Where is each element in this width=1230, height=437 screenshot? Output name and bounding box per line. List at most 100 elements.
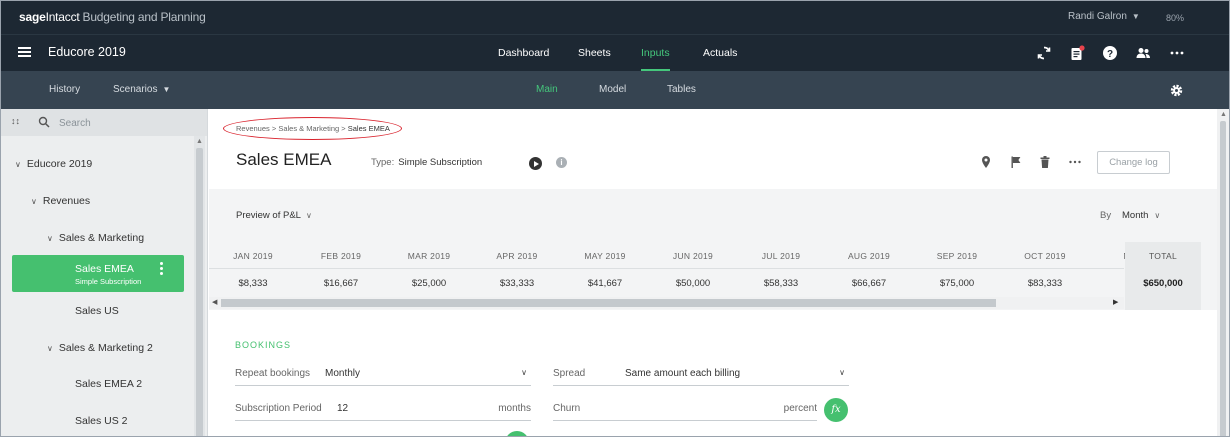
kebab-menu-icon[interactable]	[160, 262, 164, 278]
subnav-scenarios[interactable]: Scenarios ▼	[113, 84, 170, 95]
by-label: By	[1100, 210, 1112, 221]
column-header: APR 2019	[496, 251, 538, 261]
chevron-down-icon: ∨	[305, 211, 312, 220]
chevron-down-icon: ∨	[839, 368, 845, 377]
trash-icon[interactable]	[1038, 155, 1052, 169]
tab-sheets[interactable]: Sheets	[578, 47, 611, 59]
pl-title: Preview of P&L	[236, 210, 301, 221]
tab-dashboard[interactable]: Dashboard	[498, 47, 549, 59]
scrollbar-thumb[interactable]	[196, 148, 203, 436]
table-cell[interactable]: $75,000	[913, 278, 1001, 289]
repeat-bookings-label: Repeat bookings	[235, 368, 311, 379]
gear-icon[interactable]	[1169, 83, 1184, 98]
info-icon[interactable]: i	[556, 157, 567, 168]
tree-item-sales-marketing-2[interactable]: ∨ Sales & Marketing 2	[47, 342, 153, 354]
more-icon[interactable]	[1169, 45, 1185, 61]
column-header: SEP 2019	[936, 251, 978, 261]
tab-inputs[interactable]: Inputs	[641, 47, 670, 59]
user-name: Randi Galron	[1068, 11, 1127, 22]
subscription-period-input[interactable]: Subscription Period 12 months	[235, 399, 531, 421]
subnav-model[interactable]: Model	[599, 84, 626, 95]
scrollbar-thumb[interactable]	[1220, 121, 1226, 436]
hamburger-menu-icon[interactable]	[18, 47, 31, 57]
subscription-period-label: Subscription Period	[235, 403, 322, 414]
type-value: Simple Subscription	[398, 157, 483, 168]
scroll-left-icon[interactable]: ◀	[212, 298, 217, 306]
table-cell[interactable]: $41,667	[561, 278, 649, 289]
table-cell[interactable]: $33,333	[473, 278, 561, 289]
notifications-icon[interactable]	[1069, 45, 1085, 61]
formula-button-partial[interactable]	[505, 431, 529, 436]
tree-item-sales-emea-2[interactable]: Sales EMEA 2	[75, 378, 142, 390]
brand-intacct: Intacct	[45, 10, 80, 24]
user-menu[interactable]: Randi Galron ▼	[1068, 11, 1140, 22]
period-dropdown[interactable]: Month ∨	[1122, 210, 1160, 221]
play-icon[interactable]	[529, 157, 542, 170]
scroll-up-icon[interactable]: ▲	[196, 138, 203, 145]
column-header: AUG 2019	[847, 251, 891, 261]
tree-item-label: Sales & Marketing	[58, 232, 145, 244]
breadcrumb[interactable]: Revenues > Sales & Marketing > Sales EME…	[236, 124, 390, 133]
breadcrumb-path[interactable]: Revenues > Sales & Marketing >	[236, 124, 348, 133]
scroll-right-icon[interactable]: ▶	[1113, 298, 1118, 306]
tree-item-revenues[interactable]: ∨ Revenues	[31, 195, 90, 207]
main-nav: Educore 2019 Dashboard Sheets Inputs Act…	[1, 34, 1229, 71]
period-value: Month	[1122, 210, 1149, 221]
subnav-main[interactable]: Main	[536, 84, 558, 95]
type-label-text: Type:	[371, 157, 395, 168]
churn-unit: percent	[783, 403, 817, 414]
tree-item-sales-us[interactable]: Sales US	[75, 305, 119, 317]
sidebar-scrollbar[interactable]: ▲	[194, 136, 205, 436]
tab-actuals[interactable]: Actuals	[703, 47, 737, 59]
expand-collapse-icon[interactable]: ↕↕	[11, 116, 20, 126]
change-log-button[interactable]: Change log	[1097, 151, 1170, 174]
table-cell[interactable]: $66,667	[825, 278, 913, 289]
caret-down-icon: ∨	[15, 160, 21, 169]
table-cell[interactable]: $50,000	[649, 278, 737, 289]
tree-item-label: Sales EMEA	[75, 263, 134, 275]
sidebar-search: ↕↕	[1, 109, 207, 136]
tree-item-sales-marketing[interactable]: ∨ Sales & Marketing	[47, 232, 144, 244]
repeat-bookings-select[interactable]: Repeat bookings Monthly ∨	[235, 364, 531, 386]
page-scrollbar[interactable]: ▲	[1217, 109, 1229, 436]
brand-bar: sageIntacct Budgeting and Planning Randi …	[1, 1, 1229, 34]
flag-icon[interactable]	[1009, 155, 1023, 169]
formula-button[interactable]: fx	[824, 398, 848, 422]
subnav-scenarios-label: Scenarios	[113, 84, 158, 95]
column-header: OCT 2019	[1024, 251, 1066, 261]
subnav-history[interactable]: History	[49, 84, 80, 95]
chevron-down-icon: ▼	[1131, 12, 1140, 21]
pl-horizontal-scrollbar[interactable]: ◀ ▶	[209, 297, 1124, 309]
caret-down-icon: ∨	[31, 197, 37, 206]
tree-item-sales-emea[interactable]: Sales EMEA Simple Subscription	[12, 255, 184, 292]
column-header: JAN 2019	[233, 251, 273, 261]
scroll-up-icon[interactable]: ▲	[1220, 111, 1227, 118]
pl-row-divider	[209, 268, 1124, 269]
scrollbar-thumb[interactable]	[221, 299, 996, 307]
subnav-tables[interactable]: Tables	[667, 84, 696, 95]
spread-select[interactable]: Spread Same amount each billing ∨	[553, 364, 849, 386]
tree-item-educore-2019[interactable]: ∨ Educore 2019	[15, 158, 92, 170]
total-header: TOTAL	[1148, 251, 1178, 261]
table-cell[interactable]: $58,333	[737, 278, 825, 289]
tree-item-sales-us-2[interactable]: Sales US 2	[75, 415, 128, 427]
page-title: Sales EMEA	[236, 150, 332, 169]
help-icon[interactable]: ?	[1102, 45, 1118, 61]
sidebar: ↕↕ ∨ Educore 2019 ∨ Revenues ∨ Sales & Mark…	[1, 109, 208, 436]
total-column: TOTAL $650,000	[1125, 242, 1201, 310]
pl-preview-dropdown[interactable]: Preview of P&L ∨	[236, 210, 312, 221]
sync-icon[interactable]	[1036, 45, 1052, 61]
table-cell[interactable]: $25,000	[385, 278, 473, 289]
table-cell[interactable]: $83,333	[1001, 278, 1089, 289]
chevron-down-icon: ∨	[1154, 211, 1161, 220]
more-icon[interactable]	[1068, 155, 1082, 169]
brand-logo: sageIntacct Budgeting and Planning	[19, 10, 206, 24]
column-header: JUL 2019	[761, 251, 801, 261]
table-cell[interactable]: $8,333	[209, 278, 297, 289]
spread-value: Same amount each billing	[625, 368, 741, 379]
sidebar-search-input[interactable]	[59, 115, 189, 131]
location-pin-icon[interactable]	[979, 155, 993, 169]
churn-input[interactable]: Churn percent	[553, 399, 817, 421]
users-icon[interactable]	[1135, 45, 1151, 61]
table-cell[interactable]: $16,667	[297, 278, 385, 289]
